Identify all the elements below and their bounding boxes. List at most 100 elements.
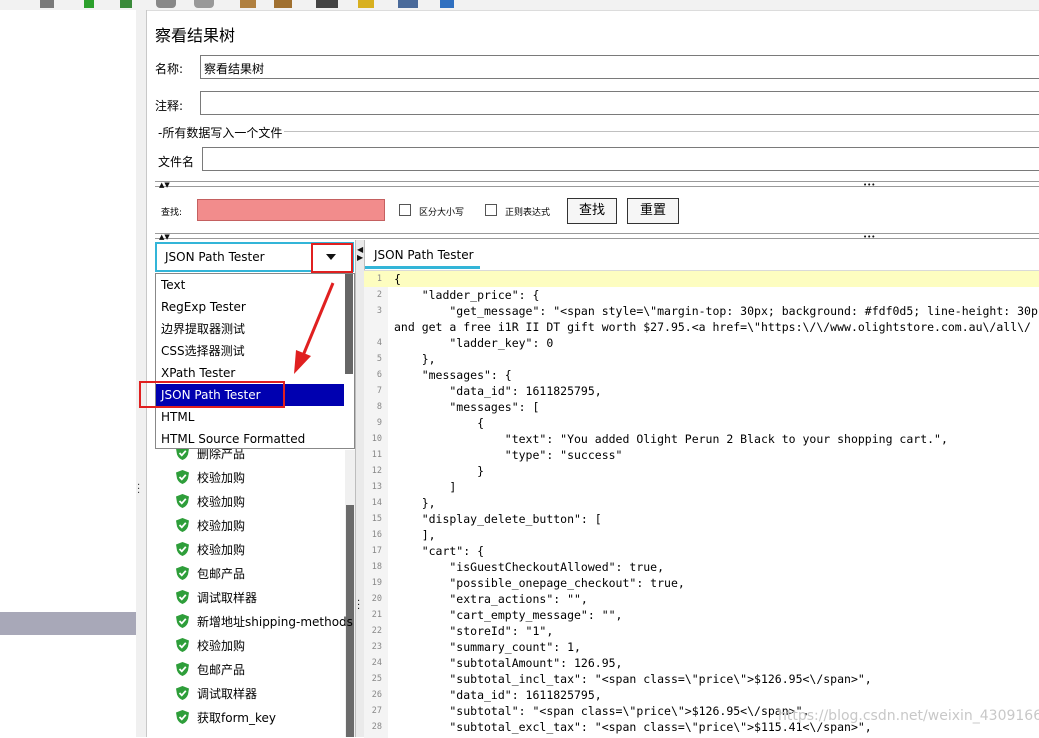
tree-item[interactable]: 包邮产品 [176,564,245,584]
case-sensitive-checkbox[interactable] [399,204,411,216]
function-helper-icon[interactable] [398,0,418,8]
code-line: 24 "subtotalAmount": 126.95, [364,655,1039,671]
name-label: 名称: [155,62,184,76]
line-text: "subtotal_incl_tax": "<span class=\"pric… [394,672,872,686]
code-line: 8 "messages": [ [364,399,1039,415]
line-number: 17 [371,546,382,556]
pane-splitter[interactable] [136,10,147,737]
code-line: 3 "get_message": "<span style=\"margin-t… [364,303,1039,319]
annotation-highlight-box [139,381,285,408]
find-button[interactable]: 查找 [567,198,617,224]
reset-search-icon[interactable] [358,0,374,8]
shutdown-icon[interactable] [194,0,214,8]
splitter-grip-icon[interactable]: · · · [137,481,141,499]
clear-icon[interactable] [240,0,256,8]
tree-item[interactable]: 调试取样器 [176,588,257,608]
line-number: 5 [376,354,382,364]
filename-field[interactable] [202,147,1039,171]
tree-item[interactable]: 校验加购 [176,468,245,488]
line-number: 9 [376,418,382,428]
line-text: "subtotal": "<span class=\"price\">$126.… [394,704,810,718]
tree-item-label: 校验加购 [197,495,246,509]
comment-label: 注释: [155,99,184,113]
collapse-arrows-icon-2[interactable]: ▲▼ [159,234,170,241]
file-section-legend: -所有数据写入一个文件 [156,124,285,141]
renderer-selected-value: JSON Path Tester [165,250,265,264]
line-number: 28 [371,722,382,732]
divider-grip-icon-2[interactable]: ••• [863,234,875,241]
line-text: "cart_empty_message": "", [394,608,623,622]
code-line: 21 "cart_empty_message": "", [364,607,1039,623]
regex-label: 正则表达式 [505,208,551,218]
divider-grip-icon[interactable]: ••• [863,182,875,189]
green-shield-check-icon [176,686,189,700]
splitter-arrows-icon[interactable]: ◀ ▶ [357,246,363,262]
line-text: "messages": [ [394,400,540,414]
line-text: "ladder_price": { [394,288,540,302]
chevron-down-icon[interactable] [311,243,353,273]
line-number: 20 [371,594,382,604]
name-field[interactable]: 察看结果树 [200,55,1039,79]
json-viewer[interactable]: 1{2 "ladder_price": {3 "get_message": "<… [364,270,1039,738]
line-number: 15 [371,514,382,524]
start-icon[interactable] [84,0,94,8]
tree-item[interactable]: 校验加购 [176,516,245,536]
line-text: "cart": { [394,544,485,558]
code-line: 20 "extra_actions": "", [364,591,1039,607]
tree-selected-row[interactable] [0,612,136,635]
code-line: 16 ], [364,527,1039,543]
dropdown-option[interactable]: HTML [156,406,344,428]
code-line: 1{ [364,271,1039,287]
stop-icon[interactable] [156,0,176,8]
tree-item-label: 校验加购 [197,519,246,533]
dropdown-option[interactable]: Text [156,274,344,296]
line-text: ], [394,528,436,542]
tree-item[interactable]: 包邮产品 [176,660,245,680]
comment-field[interactable] [200,91,1039,115]
split-divider[interactable] [155,181,1039,187]
split-divider-2[interactable] [155,233,1039,239]
clear-all-icon[interactable] [274,0,292,8]
tab-json-path-tester[interactable]: JSON Path Tester [374,248,474,262]
dropdown-option[interactable]: 边界提取器测试 [156,318,344,340]
tree-item[interactable]: 新增地址shipping-methods [176,612,353,632]
search-binoculars-icon[interactable] [316,0,338,8]
line-number: 26 [371,690,382,700]
line-number: 19 [371,578,382,588]
renderer-dropdown-list[interactable]: Text RegExp Tester 边界提取器测试 CSS选择器测试 XPath Te… [155,273,355,449]
search-input[interactable] [197,199,385,221]
dropdown-scrollbar[interactable] [345,274,353,374]
collapse-arrows-icon[interactable]: ▲▼ [159,182,170,189]
tree-item[interactable]: 校验加购 [176,492,245,512]
code-line: 22 "storeId": "1", [364,623,1039,639]
dropdown-option[interactable]: RegExp Tester [156,296,344,318]
reset-button[interactable]: 重置 [627,198,679,224]
tree-item[interactable]: 获取form_key [176,708,276,728]
tree-item[interactable]: 校验加购 [176,540,245,560]
line-text: "text": "You added Olight Perun 2 Black … [394,432,948,446]
tree-item[interactable]: 调试取样器 [176,684,257,704]
code-line: 14 }, [364,495,1039,511]
case-sensitive-label: 区分大小写 [419,208,465,218]
tool-icon[interactable] [40,0,54,8]
tree-item-label: 校验加购 [197,471,246,485]
dropdown-option[interactable]: HTML Source Formatted [156,428,344,450]
line-text: "isGuestCheckoutAllowed": true, [394,560,665,574]
line-text: and get a free i1R II DT gift worth $27.… [394,320,1031,334]
help-icon[interactable] [440,0,454,8]
line-text: "data_id": 1611825795, [394,688,602,702]
splitter-grip-icon-2[interactable]: · · · [357,597,360,615]
start-no-pause-icon[interactable] [120,0,132,8]
tree-item-label: 校验加购 [197,639,246,653]
tree-item[interactable]: 校验加购 [176,636,245,656]
line-number: 16 [371,530,382,540]
line-number: 4 [376,338,382,348]
line-number: 8 [376,402,382,412]
dropdown-option[interactable]: CSS选择器测试 [156,340,344,362]
line-number: 27 [371,706,382,716]
line-number: 1 [376,274,382,284]
regex-checkbox[interactable] [485,204,497,216]
search-label: 查找: [161,208,183,218]
code-line: 4 "ladder_key": 0 [364,335,1039,351]
code-line: 23 "summary_count": 1, [364,639,1039,655]
